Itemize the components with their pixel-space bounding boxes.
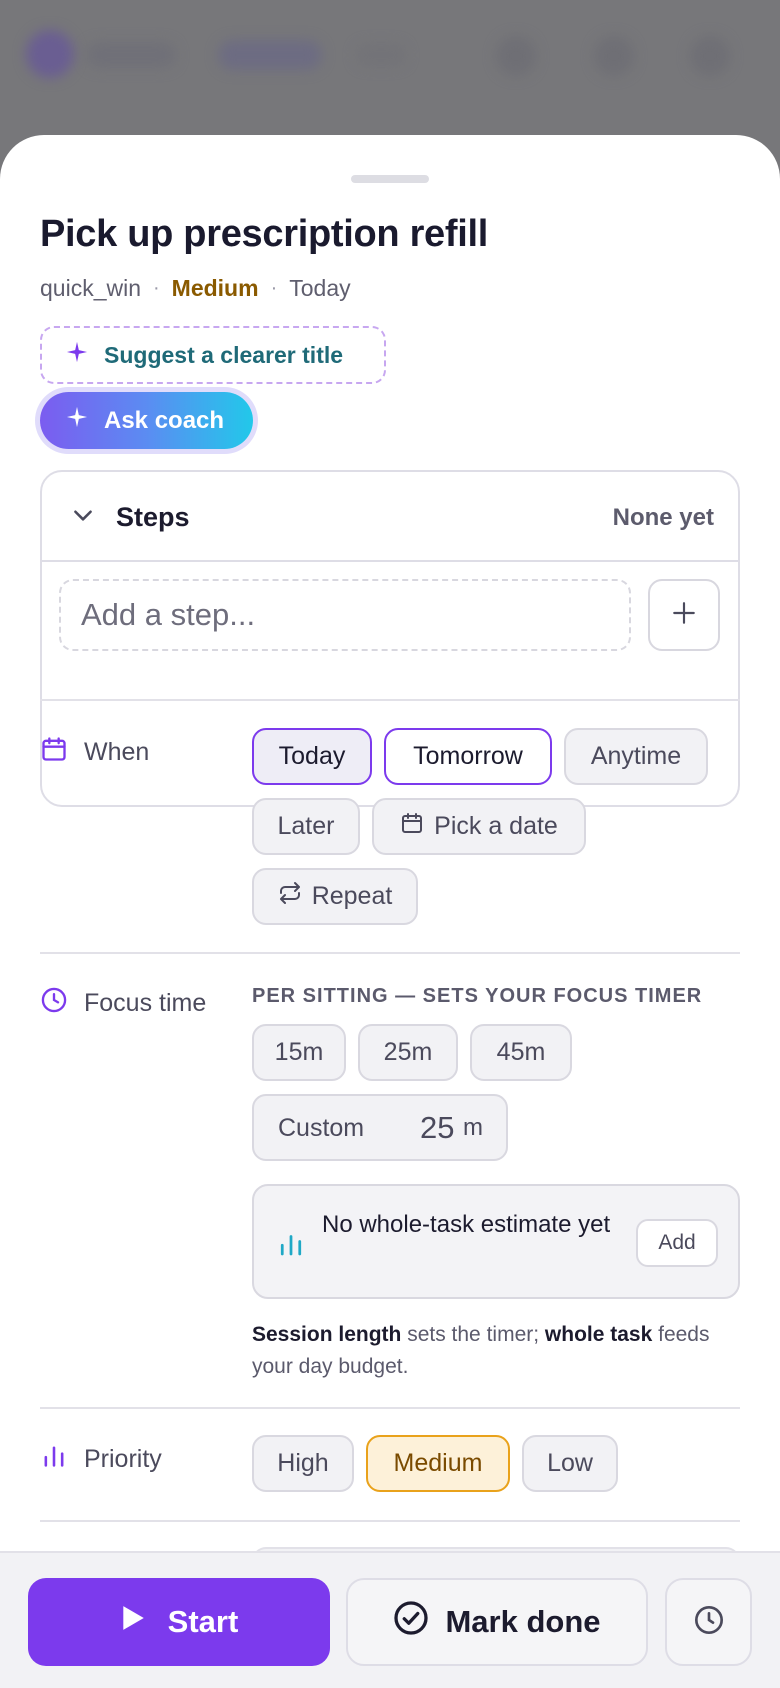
when-option-anytime[interactable]: Anytime xyxy=(564,728,708,785)
calendar-icon xyxy=(400,811,424,842)
task-category: quick_win xyxy=(40,275,141,301)
divider xyxy=(40,1520,740,1522)
task-meta: quick_win · Medium · Today xyxy=(40,275,351,302)
mark-done-label: Mark done xyxy=(445,1604,601,1639)
note-bold-session: Session length xyxy=(252,1323,402,1346)
sparkle-icon xyxy=(66,341,88,369)
priority-label: Priority xyxy=(40,1442,162,1477)
repeat-icon xyxy=(278,881,302,912)
bar-chart-icon xyxy=(276,1229,306,1259)
steps-label: Steps xyxy=(116,502,190,532)
when-option-today[interactable]: Today xyxy=(252,728,372,785)
task-priority: Medium xyxy=(171,275,259,301)
task-estimate-card: No whole-task estimate yet Add xyxy=(252,1184,740,1299)
focus-preset-25m[interactable]: 25m xyxy=(358,1024,458,1081)
background-title xyxy=(86,42,176,68)
background-tab xyxy=(218,40,322,70)
start-label: Start xyxy=(167,1604,239,1639)
meta-separator: · xyxy=(153,277,160,299)
divider xyxy=(40,699,740,701)
calendar-icon xyxy=(40,735,68,770)
background-logo xyxy=(26,30,74,78)
focus-caption: PER SITTING — SETS YOUR FOCUS TIMER xyxy=(252,985,703,1007)
steps-status: None yet xyxy=(612,504,714,531)
pick-date-label: Pick a date xyxy=(434,812,558,840)
bar-chart-icon xyxy=(40,1442,68,1477)
when-option-repeat[interactable]: Repeat xyxy=(252,868,418,925)
custom-label: Custom xyxy=(278,1114,365,1142)
focus-note: Session length sets the timer; whole tas… xyxy=(252,1319,732,1383)
add-step-button[interactable] xyxy=(648,579,720,651)
check-circle-icon xyxy=(393,1600,429,1644)
repeat-label: Repeat xyxy=(311,882,393,910)
divider xyxy=(40,952,740,954)
suggest-title-label: Suggest a clearer title xyxy=(104,341,344,368)
focus-label: Focus time xyxy=(40,986,206,1021)
sheet-grabber[interactable] xyxy=(351,175,429,183)
clock-icon xyxy=(693,1604,725,1641)
background-icon xyxy=(496,36,536,76)
task-due: Today xyxy=(289,275,351,301)
play-icon xyxy=(120,1604,146,1640)
note-bold-whole: whole task xyxy=(544,1323,653,1346)
meta-separator: · xyxy=(270,277,278,299)
priority-option-low[interactable]: Low xyxy=(522,1435,618,1492)
priority-option-high[interactable]: High xyxy=(252,1435,354,1492)
background-tab xyxy=(356,44,406,66)
clock-icon xyxy=(40,986,68,1021)
when-option-pick-date[interactable]: Pick a date xyxy=(372,798,586,855)
when-label: When xyxy=(40,735,149,770)
suggest-title-button[interactable]: Suggest a clearer title xyxy=(40,326,386,384)
when-option-tomorrow[interactable]: Tomorrow xyxy=(384,728,552,785)
when-label-text: When xyxy=(84,738,150,766)
chevron-down-icon[interactable] xyxy=(70,502,96,528)
focus-custom-field[interactable]: Custom 25 m xyxy=(252,1094,508,1161)
when-option-later[interactable]: Later xyxy=(252,798,360,855)
ask-coach-button[interactable]: Ask coach xyxy=(40,392,253,449)
add-step-input[interactable]: Add a step... xyxy=(59,579,631,651)
note-text-1: sets the timer; xyxy=(401,1323,545,1346)
task-title[interactable]: Pick up prescription refill xyxy=(40,213,488,256)
steps-header[interactable]: Steps None yet xyxy=(42,472,738,562)
history-button[interactable] xyxy=(665,1578,752,1666)
task-detail-sheet: Pick up prescription refill quick_win · … xyxy=(0,135,780,1688)
estimate-text: No whole-task estimate yet xyxy=(322,1211,611,1238)
priority-label-text: Priority xyxy=(84,1445,162,1473)
custom-unit: m xyxy=(463,1114,483,1141)
bottom-action-bar: Start Mark done xyxy=(0,1551,780,1688)
start-button[interactable]: Start xyxy=(28,1578,330,1666)
add-estimate-button[interactable]: Add xyxy=(636,1219,718,1267)
focus-preset-45m[interactable]: 45m xyxy=(470,1024,572,1081)
focus-preset-15m[interactable]: 15m xyxy=(252,1024,346,1081)
divider xyxy=(40,1407,740,1409)
background-icon xyxy=(594,36,634,76)
priority-option-medium[interactable]: Medium xyxy=(366,1435,510,1492)
plus-icon xyxy=(671,600,697,631)
background-icon xyxy=(690,36,730,76)
ask-coach-label: Ask coach xyxy=(104,406,225,434)
sparkle-icon xyxy=(66,406,88,435)
focus-label-text: Focus time xyxy=(84,989,207,1017)
custom-minutes-input[interactable]: 25 xyxy=(420,1110,454,1146)
mark-done-button[interactable]: Mark done xyxy=(346,1578,648,1666)
